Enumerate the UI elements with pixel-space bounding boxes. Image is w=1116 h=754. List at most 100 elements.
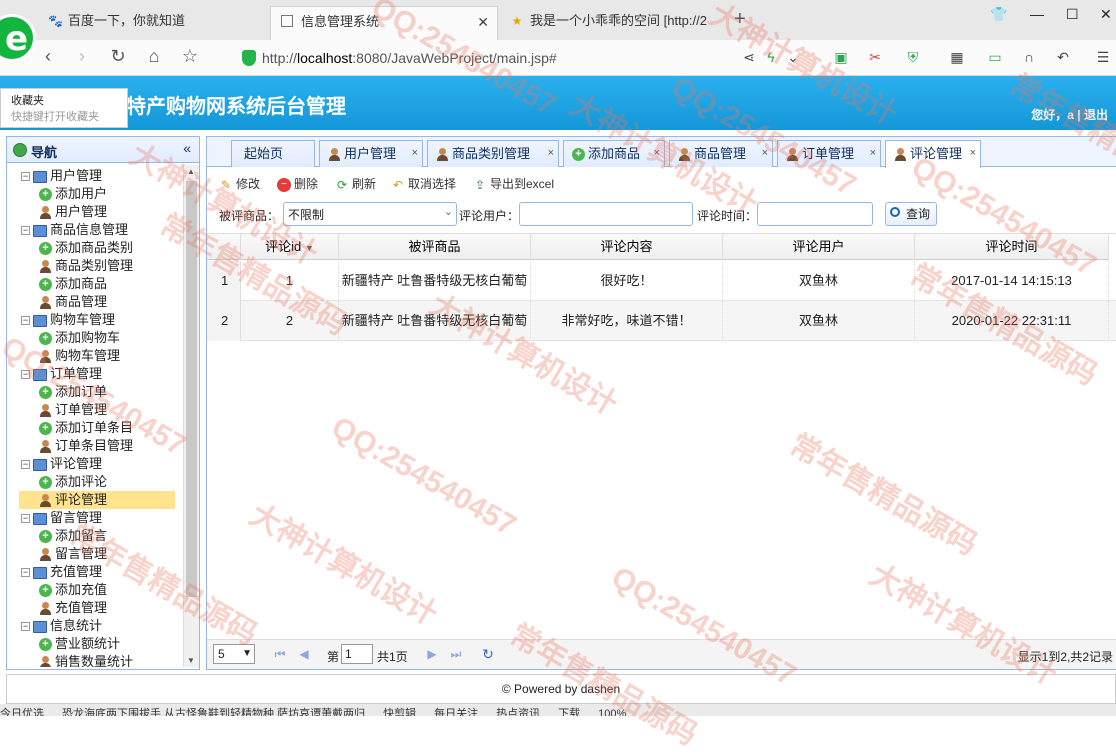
nav-item[interactable]: + 添加商品	[39, 275, 107, 293]
nav-item[interactable]: 销售数量统计	[39, 653, 133, 667]
star-outline-icon[interactable]: ☆	[178, 46, 202, 67]
nav-group[interactable]: − 评论管理	[21, 455, 102, 473]
nav-group[interactable]: − 用户管理	[21, 167, 102, 185]
menu-icon[interactable]: ☰	[1094, 48, 1112, 66]
back-arrow-icon[interactable]: ‹	[36, 46, 60, 67]
nav-item[interactable]: + 添加购物车	[39, 329, 120, 347]
nav-item[interactable]: + 添加订单条目	[39, 419, 133, 437]
close-tab-icon[interactable]: ×	[412, 141, 418, 166]
reload-icon[interactable]: ↻	[479, 644, 497, 664]
close-window-icon[interactable]: ✕	[1100, 6, 1112, 23]
page-size-select[interactable]: 5 ▼	[213, 644, 255, 664]
nav-item[interactable]: 评论管理	[19, 491, 175, 509]
status-item[interactable]: 热点资讯	[496, 708, 540, 716]
security-icon[interactable]: ⛨	[904, 48, 922, 66]
status-item[interactable]: 快剪辑	[383, 708, 416, 716]
chevron-down-icon[interactable]: ⌄	[784, 48, 802, 66]
battery-icon[interactable]: ▭	[986, 48, 1004, 66]
nav-item[interactable]: 商品类别管理	[39, 257, 133, 275]
extension-icon[interactable]: ▣	[832, 48, 850, 66]
refresh-button[interactable]: ⟳ 刷新	[335, 175, 376, 192]
column-header-id[interactable]: 评论id ▼	[241, 234, 339, 260]
content-tab[interactable]: 商品管理 ×	[669, 140, 773, 167]
url-field[interactable]: http://localhost:8080/JavaWebProject/mai…	[262, 46, 557, 70]
status-item[interactable]: 下载	[558, 708, 580, 716]
edit-button[interactable]: ✎ 修改	[219, 175, 260, 192]
user-input[interactable]	[519, 202, 693, 226]
new-tab-plus-icon[interactable]: +	[734, 8, 746, 31]
minimize-icon[interactable]: —	[1030, 6, 1044, 22]
nav-item[interactable]: + 营业额统计	[39, 635, 120, 653]
content-tab[interactable]: 评论管理 ×	[885, 140, 981, 168]
nav-item[interactable]: 充值管理	[39, 599, 107, 617]
collapse-toggle-icon[interactable]: −	[21, 514, 30, 524]
nav-item[interactable]: 购物车管理	[39, 347, 120, 365]
undo-icon[interactable]: ↶	[1054, 48, 1072, 66]
collapse-toggle-icon[interactable]: −	[21, 622, 30, 632]
collapse-toggle-icon[interactable]: −	[21, 316, 30, 326]
apps-grid-icon[interactable]: ▦	[948, 48, 966, 66]
collapse-toggle-icon[interactable]: −	[21, 370, 30, 380]
user-greeting[interactable]: 您好，a | 退出	[1031, 106, 1108, 123]
collapse-toggle-icon[interactable]: −	[21, 568, 30, 578]
nav-item[interactable]: 订单条目管理	[39, 437, 133, 455]
status-item[interactable]: 100%	[598, 708, 626, 716]
scroll-up-icon[interactable]: ▲	[187, 167, 195, 176]
scroll-down-icon[interactable]: ▼	[187, 656, 195, 665]
first-page-icon[interactable]: ⏮	[271, 644, 289, 664]
delete-button[interactable]: − 删除	[277, 175, 318, 192]
nav-item[interactable]: 用户管理	[39, 203, 107, 221]
product-select[interactable]: 不限制 ⌄	[283, 202, 457, 226]
forward-arrow-icon[interactable]: ›	[70, 46, 94, 67]
nav-item[interactable]: 订单管理	[39, 401, 107, 419]
close-tab-icon[interactable]: ×	[970, 141, 976, 166]
collapse-toggle-icon[interactable]: −	[21, 226, 30, 236]
scissors-icon[interactable]: ✂	[866, 48, 884, 66]
nav-item[interactable]: + 添加留言	[39, 527, 107, 545]
browser-tab-baidu[interactable]: 🐾 百度一下，你就知道	[38, 6, 268, 40]
nav-item[interactable]: + 添加充值	[39, 581, 107, 599]
skin-icon[interactable]: 👕	[990, 6, 1007, 23]
nav-scrollbar[interactable]: ▲ ▼	[183, 165, 199, 667]
status-item[interactable]: 每日关注	[434, 708, 478, 716]
page-number-input[interactable]: 1	[341, 644, 373, 664]
share-icon[interactable]: ⋖	[740, 48, 758, 66]
status-item[interactable]: 恐龙海底两下围拔手 从古怪鲁鞋到轻精物种 萨坊哀谭萧戴两归	[62, 708, 365, 716]
close-tab-icon[interactable]: ✕	[477, 7, 489, 37]
collapse-icon[interactable]: «	[183, 140, 191, 156]
nav-item[interactable]: + 添加商品类别	[39, 239, 133, 257]
close-tab-icon[interactable]: ×	[870, 141, 876, 166]
status-item[interactable]: 今日优选	[0, 708, 44, 716]
collapse-toggle-icon[interactable]: −	[21, 460, 30, 470]
browser-tab-active[interactable]: 信息管理系统 ✕	[270, 6, 498, 40]
content-tab[interactable]: + 添加商品 ×	[563, 140, 665, 167]
scrollbar-thumb[interactable]	[186, 181, 197, 597]
prev-page-icon[interactable]: ◀	[295, 644, 313, 664]
table-row[interactable]: 1 1 新疆特产 吐鲁番特级无核白葡萄 很好吃！ 双鱼林 2017-01-14 14:15…	[207, 261, 1116, 301]
column-header-user[interactable]: 评论用户	[723, 234, 915, 260]
nav-group[interactable]: − 订单管理	[21, 365, 102, 383]
nav-item[interactable]: + 添加评论	[39, 473, 107, 491]
nav-item[interactable]: 留言管理	[39, 545, 107, 563]
close-tab-icon[interactable]: ×	[548, 141, 554, 166]
last-page-icon[interactable]: ⏭	[447, 644, 465, 664]
column-header-content[interactable]: 评论内容	[531, 234, 723, 260]
browser-tab-space[interactable]: ★ 我是一个小乖乖的空间 [http://2	[500, 6, 730, 40]
cancel-select-button[interactable]: ↶ 取消选择	[391, 175, 456, 192]
nav-group[interactable]: − 信息统计	[21, 617, 102, 635]
column-header-product[interactable]: 被评商品	[339, 234, 531, 260]
headset-icon[interactable]: ∩	[1020, 48, 1038, 66]
column-header-time[interactable]: 评论时间	[915, 234, 1109, 260]
lightning-icon[interactable]: ϟ	[762, 48, 780, 66]
close-tab-icon[interactable]: ×	[654, 141, 660, 166]
nav-group[interactable]: − 充值管理	[21, 563, 102, 581]
favorites-title[interactable]: 收藏夹	[11, 93, 117, 109]
nav-item[interactable]: + 添加订单	[39, 383, 107, 401]
export-excel-button[interactable]: ⇪ 导出到excel	[473, 175, 554, 192]
reload-icon[interactable]: ↻	[106, 46, 130, 67]
search-button[interactable]: 查询	[885, 202, 937, 226]
content-tab[interactable]: 商品类别管理 ×	[427, 140, 559, 167]
nav-group[interactable]: − 商品信息管理	[21, 221, 128, 239]
content-tab[interactable]: 起始页	[231, 140, 315, 167]
nav-item[interactable]: 商品管理	[39, 293, 107, 311]
